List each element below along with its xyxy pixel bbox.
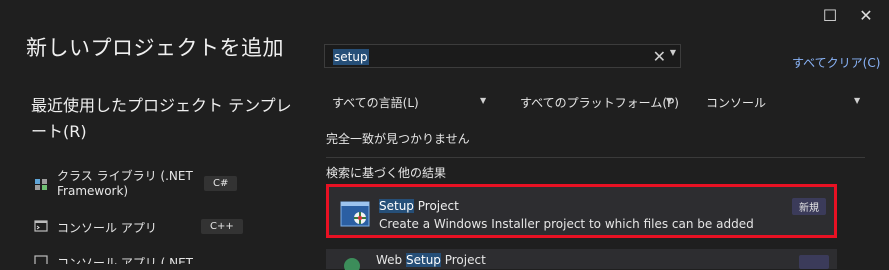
maximize-icon: ☐ [822, 6, 838, 25]
recent-template-item[interactable]: コンソール アプリ C++ [31, 216, 291, 238]
search-history-dropdown-icon[interactable]: ▼ [670, 48, 676, 57]
dialog-title: 新しいプロジェクトを追加 [26, 36, 284, 60]
close-button[interactable]: ✕ [856, 6, 876, 26]
recent-template-item[interactable]: コンソール アプリ (.NET [31, 252, 291, 264]
chevron-down-icon[interactable]: ▼ [666, 96, 672, 105]
search-value: setup [333, 49, 369, 65]
clear-search-icon[interactable]: ✕ [653, 47, 666, 66]
chevron-down-icon[interactable]: ▼ [480, 96, 486, 105]
recent-template-item[interactable]: クラス ライブラリ (.NET Framework) C# [31, 169, 291, 199]
close-icon: ✕ [859, 6, 873, 25]
language-tag: C# [204, 176, 238, 191]
template-name: Web Setup Project [376, 253, 486, 267]
search-input[interactable]: setup ✕ ▼ [324, 44, 681, 68]
maximize-button[interactable]: ☐ [820, 6, 840, 26]
no-exact-match-text: 完全一致が見つかりません [326, 132, 470, 146]
console-app-icon [34, 255, 48, 264]
other-results-heading: 検索に基づく他の結果 [326, 166, 447, 180]
language-filter[interactable]: すべての言語(L) [332, 94, 419, 111]
setup-project-icon [340, 201, 370, 227]
template-description: Create a Windows Installer project to wh… [379, 217, 754, 231]
template-list-item[interactable]: Web Setup Project [326, 249, 837, 270]
console-app-icon [34, 220, 48, 232]
recent-template-name: コンソール アプリ [57, 221, 157, 235]
recent-template-name: コンソール アプリ (.NET [57, 256, 194, 264]
results-scrollbar[interactable] [866, 128, 888, 261]
chevron-down-icon[interactable]: ▼ [854, 96, 860, 105]
project-type-filter[interactable]: コンソール [706, 94, 766, 111]
template-list-item[interactable]: Setup Project Create a Windows Installer… [326, 184, 837, 238]
recent-templates-heading: 最近使用したプロジェクト テンプレート(R) [31, 96, 292, 141]
template-name: Setup Project [379, 199, 459, 213]
language-tag: C++ [201, 219, 243, 234]
recent-template-name: クラス ライブラリ (.NET Framework) [57, 169, 193, 198]
clear-all-link[interactable]: すべてクリア(C) [792, 54, 880, 71]
new-badge: 新規 [792, 198, 826, 215]
class-library-icon [35, 179, 47, 190]
platform-filter[interactable]: すべてのプラットフォーム(P) [520, 94, 679, 111]
new-badge [799, 255, 829, 269]
divider [326, 157, 865, 158]
web-setup-project-icon [344, 258, 360, 270]
